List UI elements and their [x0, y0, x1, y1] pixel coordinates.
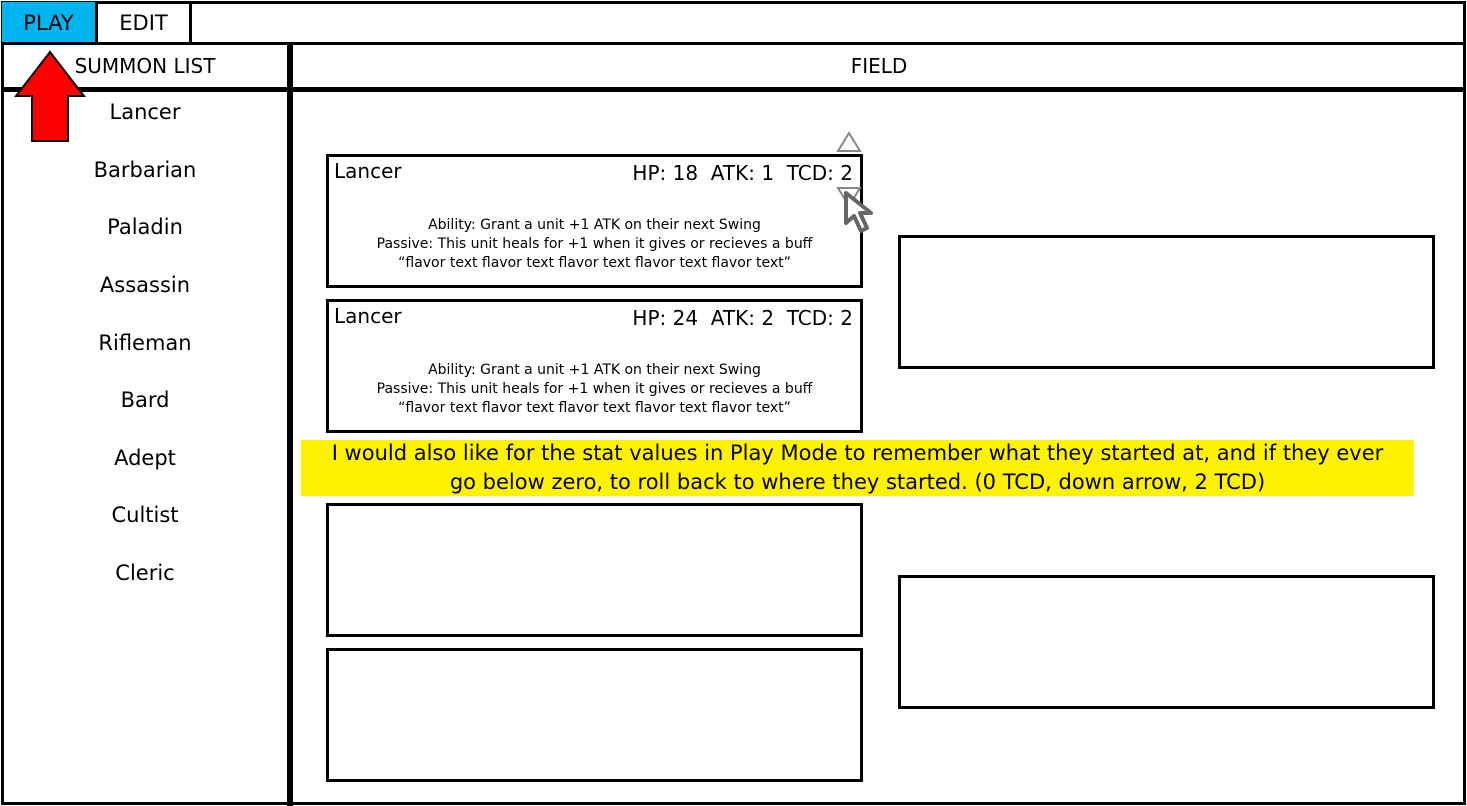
- unit-card[interactable]: Lancer HP: 18 ATK: 1 TCD: 2 Ability: Gra…: [326, 154, 863, 288]
- tab-edit[interactable]: EDIT: [98, 2, 192, 44]
- card-name: Lancer: [334, 159, 402, 183]
- card-stats[interactable]: HP: 24 ATK: 2 TCD: 2: [632, 306, 853, 330]
- card-flavor: “flavor text flavor text flavor text fla…: [398, 255, 791, 271]
- header-divider: [2, 87, 1465, 92]
- card-passive: Passive: This unit heals for +1 when it …: [376, 381, 813, 397]
- note-line: I would also like for the stat values in…: [331, 441, 1384, 465]
- card-stats[interactable]: HP: 18 ATK: 1 TCD: 2: [632, 161, 853, 185]
- card-name: Lancer: [334, 304, 402, 328]
- summon-item-cultist[interactable]: Cultist: [2, 500, 288, 530]
- mouse-pointer-icon: [844, 191, 873, 233]
- empty-card-slot[interactable]: [326, 648, 863, 782]
- summon-item-rifleman[interactable]: Rifleman: [2, 328, 288, 358]
- field-header: FIELD: [850, 54, 908, 78]
- empty-card-slot[interactable]: [326, 503, 863, 637]
- empty-card-slot[interactable]: [898, 235, 1435, 369]
- card-ability: Ability: Grant a unit +1 ATK on their ne…: [428, 217, 761, 233]
- summon-item-bard[interactable]: Bard: [2, 385, 288, 415]
- triangle-up-icon[interactable]: [836, 131, 862, 153]
- summon-item-paladin[interactable]: Paladin: [2, 212, 288, 242]
- summon-item-barbarian[interactable]: Barbarian: [2, 155, 288, 185]
- summon-item-adept[interactable]: Adept: [2, 443, 288, 473]
- card-ability: Ability: Grant a unit +1 ATK on their ne…: [428, 362, 761, 378]
- unit-card[interactable]: Lancer HP: 24 ATK: 2 TCD: 2 Ability: Gra…: [326, 299, 863, 433]
- card-passive: Passive: This unit heals for +1 when it …: [376, 236, 813, 252]
- tab-play[interactable]: PLAY: [2, 2, 98, 44]
- summon-item-assassin[interactable]: Assassin: [2, 270, 288, 300]
- up-arrow-icon: [14, 50, 86, 142]
- note-line: go below zero, to roll back to where the…: [449, 470, 1266, 494]
- annotation-note: I would also like for the stat values in…: [301, 440, 1414, 496]
- summon-item-cleric[interactable]: Cleric: [2, 558, 288, 588]
- card-flavor: “flavor text flavor text flavor text fla…: [398, 400, 791, 416]
- empty-card-slot[interactable]: [898, 575, 1435, 709]
